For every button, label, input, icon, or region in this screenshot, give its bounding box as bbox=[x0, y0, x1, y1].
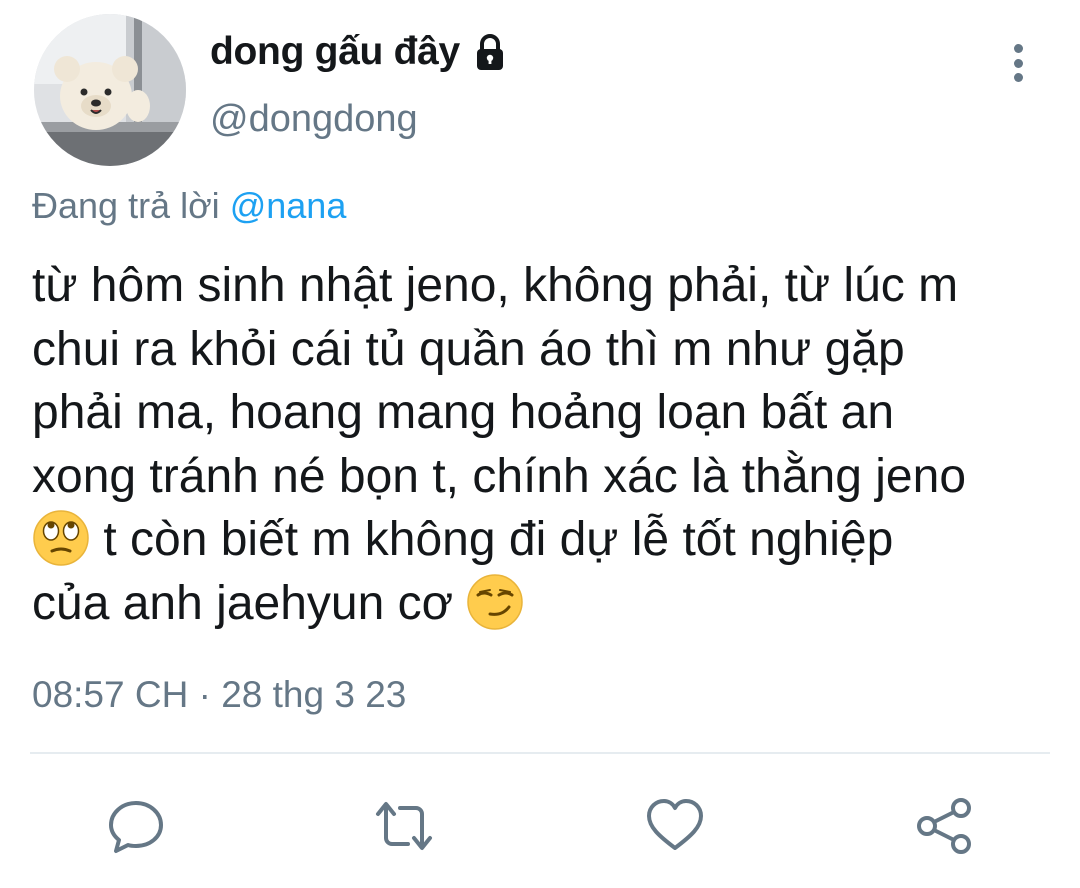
tweet-line: xong tránh né bọn t, chính xác là thằng … bbox=[32, 449, 967, 503]
more-dot bbox=[1013, 73, 1023, 82]
more-dot bbox=[1013, 58, 1023, 68]
tweet-text: từ hôm sinh nhật jeno, không phải, từ lú… bbox=[32, 254, 1072, 635]
reply-mention-link[interactable]: @nana bbox=[230, 185, 347, 226]
tweet-line: chui ra khỏi cái tủ quần áo thì m như gặ… bbox=[32, 322, 905, 376]
tweet-line-text: của anh jaehyun cơ bbox=[32, 576, 467, 630]
eye-roll-emoji-icon bbox=[32, 509, 90, 567]
reply-button[interactable] bbox=[106, 796, 166, 856]
share-button[interactable] bbox=[915, 796, 975, 856]
avatar[interactable] bbox=[34, 14, 186, 166]
share-icon bbox=[917, 798, 971, 854]
smirk-emoji-icon bbox=[466, 573, 524, 631]
display-name[interactable]: dong gấu đây bbox=[210, 30, 460, 74]
replying-to: Đang trả lời @nana bbox=[32, 185, 346, 227]
more-dot bbox=[1013, 44, 1023, 53]
author-name-row: dong gấu đây bbox=[210, 30, 510, 74]
replying-to-label: Đang trả lời bbox=[32, 185, 220, 226]
tweet-line-with-emoji: của anh jaehyun cơ bbox=[32, 572, 1072, 636]
timestamp-separator: · bbox=[198, 674, 211, 715]
more-options-icon[interactable] bbox=[998, 38, 1038, 88]
tweet-line: phải ma, hoang mang hoảng loạn bất an bbox=[32, 386, 895, 439]
teddy-bear-avatar-image bbox=[34, 14, 186, 166]
tweet-line-with-emoji: t còn biết m không đi dự lễ tốt nghiệp bbox=[32, 508, 1072, 572]
tweet-line-text: t còn biết m không đi dự lễ tốt nghiệp bbox=[90, 513, 894, 566]
tweet-timestamp[interactable]: 08:57 CH · 28 thg 3 23 bbox=[32, 674, 406, 716]
like-icon bbox=[647, 799, 703, 850]
reply-icon bbox=[109, 801, 163, 853]
tweet-date: 28 thg 3 23 bbox=[221, 674, 407, 715]
like-button[interactable] bbox=[645, 796, 705, 856]
retweet-icon bbox=[376, 802, 432, 850]
tweet-line: từ hôm sinh nhật jeno, không phải, từ lú… bbox=[32, 259, 959, 312]
divider bbox=[30, 752, 1050, 754]
retweet-button[interactable] bbox=[374, 796, 434, 856]
tweet-time: 08:57 CH bbox=[32, 674, 189, 715]
user-handle[interactable]: @dongdong bbox=[210, 98, 418, 141]
lock-icon bbox=[470, 32, 510, 72]
